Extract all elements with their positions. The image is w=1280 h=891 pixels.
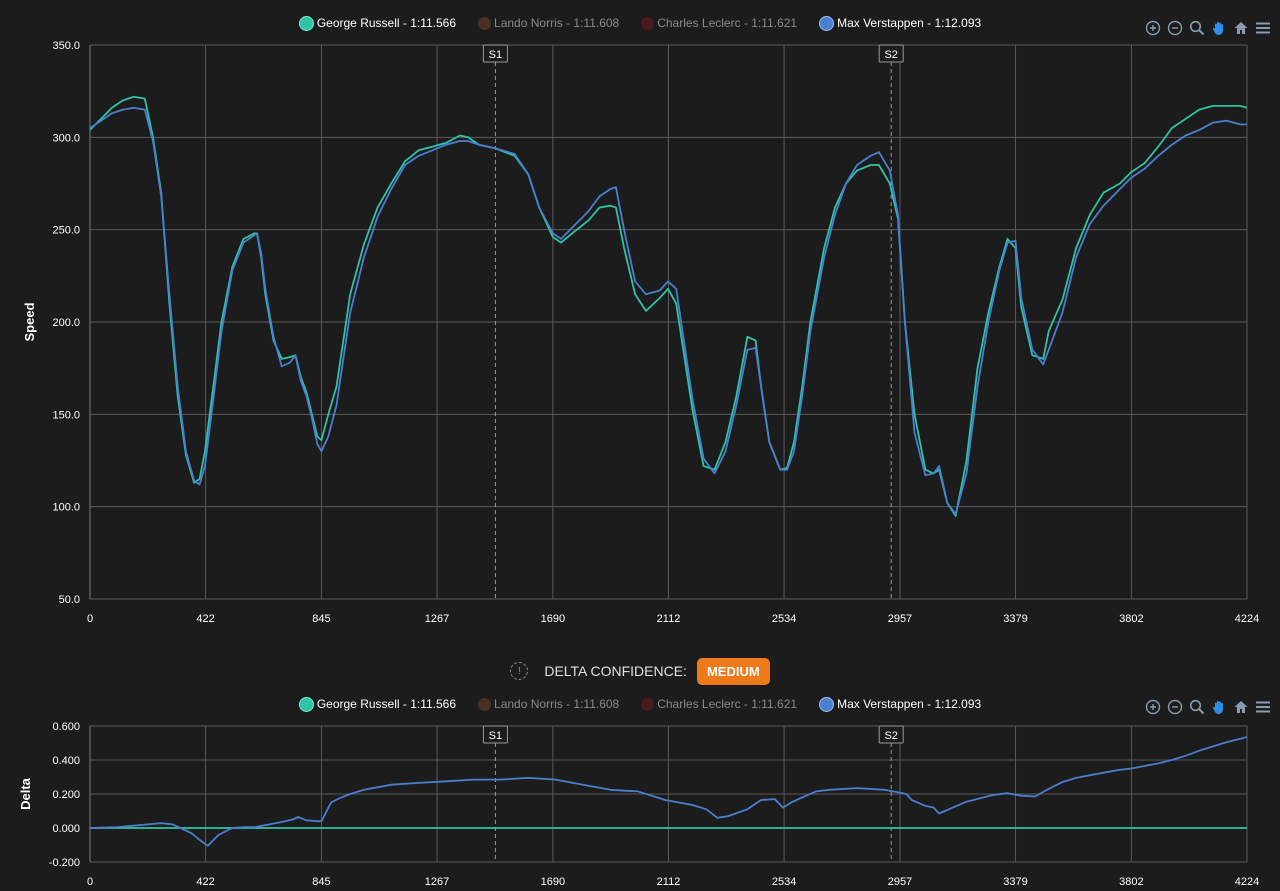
y-tick-label: 200.0: [52, 317, 80, 329]
grid: [89, 44, 1248, 600]
x-tick-label: 2534: [772, 876, 796, 888]
legend-item-verstappen[interactable]: Max Verstappen - 1:12.093: [819, 696, 982, 712]
x-tick-label: 3802: [1119, 876, 1143, 888]
x-tick-label: 2112: [657, 876, 681, 888]
x-tick-label: 422: [196, 613, 214, 625]
legend-item-norris[interactable]: Lando Norris - 1:11.608: [478, 697, 619, 711]
x-tick-label: 845: [312, 876, 330, 888]
sector-marker-label: S1: [489, 730, 502, 742]
y-axis-title: Delta: [18, 777, 33, 810]
legend-item-leclerc[interactable]: Charles Leclerc - 1:11.621: [641, 697, 797, 711]
y-tick-label: 250.0: [52, 225, 80, 237]
x-tick-label: 2112: [657, 613, 681, 625]
sector-marker-label: S2: [884, 730, 897, 742]
x-tick-label: 4224: [1235, 613, 1259, 625]
speed-chart[interactable]: 0 422 845 1267 1690 2112 2534 2957 3379 3802 4224 5…: [0, 0, 1280, 640]
y-tick-label: 0.600: [52, 721, 80, 733]
legend-dot-icon: [819, 696, 835, 712]
delta-confidence-label: DELTA CONFIDENCE:: [544, 663, 687, 679]
y-tick-label: -0.200: [49, 857, 80, 869]
y-tick-label: 300.0: [52, 132, 80, 144]
x-tick-label: 4224: [1235, 876, 1259, 888]
x-tick-label: 1267: [425, 613, 449, 625]
legend-dot-icon: [641, 697, 655, 711]
y-tick-label: 350.0: [52, 40, 80, 52]
x-tick-label: 422: [196, 876, 214, 888]
y-tick-label: 50.0: [59, 594, 80, 606]
x-tick-label: 1690: [541, 876, 565, 888]
x-tick-label: 2957: [888, 876, 912, 888]
y-tick-label: 0.200: [52, 789, 80, 801]
x-tick-label: 3379: [1003, 876, 1027, 888]
y-axis-title: Speed: [22, 302, 37, 341]
grid: [89, 725, 1248, 863]
legend-dot-icon: [298, 696, 314, 712]
x-tick-label: 845: [312, 613, 330, 625]
x-tick-label: 1267: [425, 876, 449, 888]
delta-confidence-badge: MEDIUM: [696, 657, 770, 685]
x-tick-label: 3802: [1119, 613, 1143, 625]
delta-confidence: ! DELTA CONFIDENCE: MEDIUM: [0, 657, 1280, 685]
y-tick-label: 100.0: [52, 502, 80, 514]
y-tick-label: 150.0: [52, 409, 80, 421]
sector-marker-label: S2: [884, 49, 897, 61]
legend-label: Charles Leclerc - 1:11.621: [657, 697, 798, 711]
legend-dot-icon: [478, 697, 492, 711]
delta-chart[interactable]: 0 422 845 1267 1690 2112 2534 2957 3379 3802 4224 -…: [0, 711, 1280, 891]
x-tick-label: 2534: [772, 613, 796, 625]
legend-label: Max Verstappen - 1:12.093: [837, 697, 982, 711]
y-tick-label: 0.400: [52, 755, 80, 767]
legend-label: Lando Norris - 1:11.608: [494, 697, 620, 711]
x-tick-label: 0: [87, 613, 93, 625]
warning-icon: !: [510, 662, 529, 680]
sector-marker-label: S1: [489, 49, 502, 61]
x-tick-label: 3379: [1003, 613, 1027, 625]
legend-item-russell[interactable]: George Russell - 1:11.566: [298, 696, 457, 712]
y-tick-label: 0.000: [52, 823, 80, 835]
x-tick-label: 1690: [541, 613, 565, 625]
legend-label: George Russell - 1:11.566: [316, 697, 457, 711]
x-tick-label: 0: [87, 876, 93, 888]
x-tick-label: 2957: [888, 613, 912, 625]
